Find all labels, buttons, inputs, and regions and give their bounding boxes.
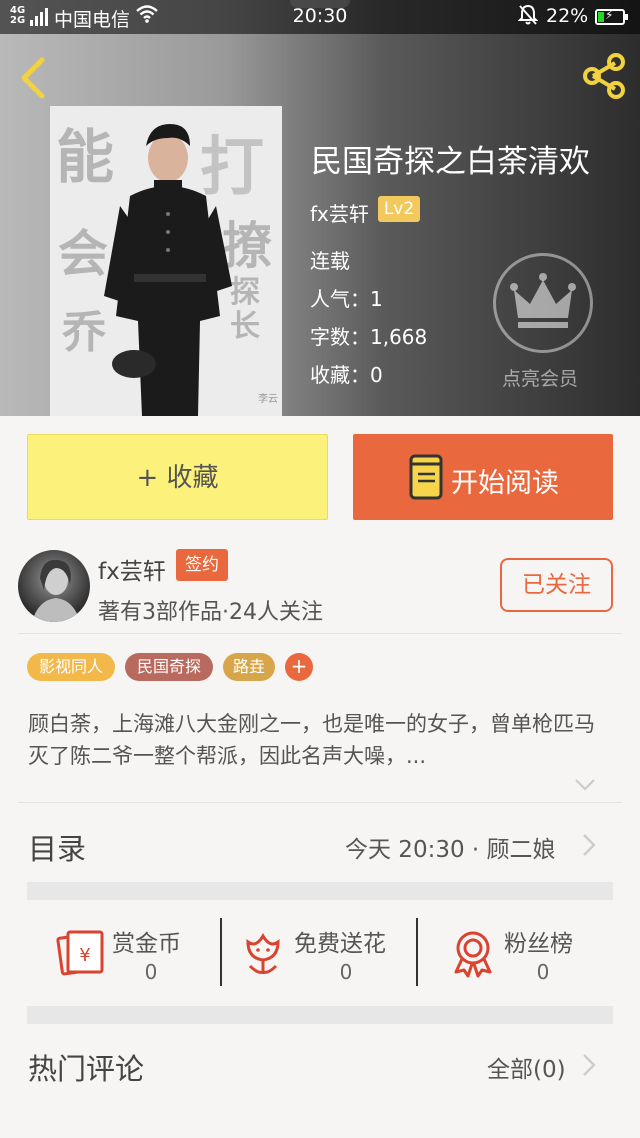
share-icon (583, 53, 625, 99)
back-button[interactable] (16, 56, 50, 100)
toc-title[interactable]: 目录 (28, 826, 86, 868)
add-tag-button[interactable]: + (285, 653, 313, 681)
following-button[interactable]: 已关注 (500, 558, 613, 612)
flower-count: 0 (339, 960, 353, 984)
author-avatar[interactable] (18, 550, 90, 622)
book-title: 民国奇探之白荼清欢 (311, 144, 590, 180)
avatar-image (32, 559, 80, 622)
book-description[interactable]: 顾白荼，上海滩八大金刚之一，也是唯一的女子，曾单枪匹马灭了陈二爷一整个帮派，因此… (28, 708, 614, 772)
battery-percent: 22% (546, 5, 589, 27)
fans-rank-count: 0 (536, 960, 550, 984)
stat-separator (220, 918, 222, 986)
start-reading-button[interactable]: 开始阅读 (353, 434, 613, 520)
author-name[interactable]: fx芸轩 (98, 552, 166, 586)
chevron-right-icon[interactable] (582, 1053, 596, 1077)
section-separator (27, 882, 613, 900)
charging-icon: ⚡ (605, 8, 614, 22)
vip-label[interactable]: 点亮会员 (502, 364, 578, 391)
svg-text:¥: ¥ (79, 945, 90, 966)
word-count-stat: 字数：1,668 (310, 325, 428, 349)
reward-label[interactable]: 赏金币 (112, 924, 181, 958)
start-reading-label: 开始阅读 (451, 468, 559, 499)
book-cover[interactable]: 能 打 会 撩 乔 探长 李云 (50, 106, 282, 416)
battery-icon: ⚡ (595, 8, 628, 25)
flower-label[interactable]: 免费送花 (294, 924, 386, 958)
share-button[interactable] (580, 52, 628, 100)
book-header: 4G 2G 中国电信 20:30 22% ⚡ 能 打 会 撩 乔 探长 李云 民… (0, 0, 640, 416)
level-badge: Lv2 (378, 196, 420, 222)
status-bar: 4G 2G 中国电信 20:30 22% ⚡ (0, 0, 640, 34)
hot-comments-title: 热门评论 (28, 1052, 145, 1086)
add-favorite-button[interactable]: + 收藏 (27, 434, 328, 520)
section-separator (27, 1006, 613, 1024)
vip-crown-button[interactable] (493, 253, 593, 353)
serial-status: 连载 (310, 249, 350, 273)
ribbon-medal-icon[interactable] (448, 928, 498, 978)
reward-count: 0 (144, 960, 158, 984)
tag-item[interactable]: 民国奇探 (125, 653, 213, 681)
book-icon (409, 454, 443, 500)
fans-rank-label[interactable]: 粉丝榜 (504, 924, 573, 958)
expand-chevron-icon[interactable] (574, 778, 596, 792)
all-comments-link[interactable]: 全部(0) (487, 1050, 566, 1084)
popularity-stat: 人气：1 (310, 287, 383, 311)
signed-badge: 签约 (176, 549, 228, 581)
clock: 20:30 (292, 5, 348, 27)
flower-icon[interactable] (238, 928, 288, 978)
divider (18, 802, 622, 803)
toc-latest-chapter[interactable]: 今天 20:30 · 顾二娘 (345, 830, 556, 864)
divider (18, 633, 622, 634)
stat-separator (416, 918, 418, 986)
header-author-name[interactable]: fx芸轩 (310, 198, 369, 227)
reward-coin-icon[interactable]: ¥ (56, 928, 106, 978)
tag-item[interactable]: 影视同人 (27, 653, 115, 681)
mute-bell-icon (517, 4, 539, 31)
crown-icon (510, 273, 576, 328)
battery-fill (598, 12, 604, 22)
cover-figure (104, 124, 232, 416)
chevron-right-icon[interactable] (582, 833, 596, 857)
favorites-stat: 收藏：0 (310, 363, 383, 387)
tag-item[interactable]: 路垚 (223, 653, 275, 681)
author-stats: 著有3部作品·24人关注 (98, 600, 323, 625)
